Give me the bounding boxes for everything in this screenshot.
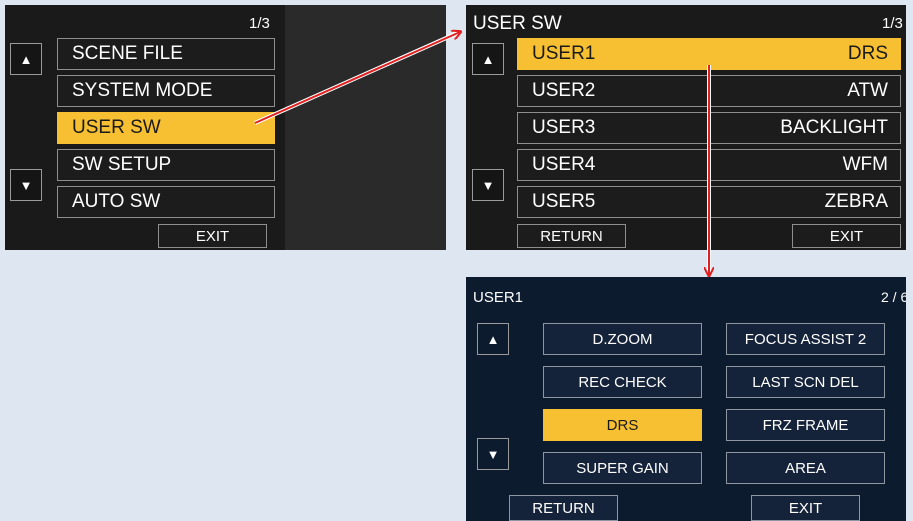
function-label: REC CHECK [578,373,667,391]
user-row-label: USER3 [532,117,596,138]
function-label: D.ZOOM [592,330,653,348]
triangle-up-icon: ▲ [486,331,500,347]
return-button[interactable]: RETURN [517,224,626,248]
menu-item-label: USER SW [72,117,161,138]
user-row-value: WFM [842,154,888,175]
page-indicator: 2 / 6 [881,289,906,305]
scroll-down-button[interactable]: ▼ [10,169,42,201]
function-label: FRZ FRAME [762,416,849,434]
exit-button[interactable]: EXIT [751,495,860,521]
scroll-down-button[interactable]: ▼ [477,438,509,470]
user-row-4[interactable]: USER4 WFM [517,149,901,181]
triangle-down-icon: ▼ [481,177,495,193]
menu-item-label: SW SETUP [72,154,172,175]
function-label: AREA [785,459,826,477]
user-row-label: USER5 [532,191,596,212]
function-label: DRS [606,416,639,434]
function-button-d-zoom[interactable]: D.ZOOM [543,323,702,355]
menu-item-system-mode[interactable]: SYSTEM MODE [57,75,275,107]
triangle-up-icon: ▲ [19,51,33,67]
function-label: FOCUS ASSIST 2 [744,330,867,348]
triangle-down-icon: ▼ [486,446,500,462]
page-title: USER SW [473,13,562,34]
user-row-5[interactable]: USER5 ZEBRA [517,186,901,218]
exit-label: EXIT [195,227,230,245]
menu-item-label: SCENE FILE [72,43,183,64]
scroll-up-button[interactable]: ▲ [10,43,42,75]
triangle-up-icon: ▲ [481,51,495,67]
scroll-down-button[interactable]: ▼ [472,169,504,201]
function-button-focus-assist-2[interactable]: FOCUS ASSIST 2 [726,323,885,355]
scroll-up-button[interactable]: ▲ [477,323,509,355]
function-label: LAST SCN DEL [752,373,859,391]
return-button[interactable]: RETURN [509,495,618,521]
function-button-last-scn-del[interactable]: LAST SCN DEL [726,366,885,398]
menu-dim-area [285,5,446,250]
user-row-value: ZEBRA [824,191,888,212]
menu-item-label: AUTO SW [72,191,161,212]
user1-panel: USER1 2 / 6 ▲ ▼ D.ZOOM REC CHECK DRS SUP… [466,277,906,521]
page-indicator: 1/3 [882,15,903,32]
exit-label: EXIT [788,499,823,517]
user-row-label: USER4 [532,154,596,175]
function-button-area[interactable]: AREA [726,452,885,484]
page-title: USER1 [473,289,524,306]
page-indicator: 1/3 [249,15,270,32]
user-sw-panel: USER SW 1/3 ▲ ▼ USER1 DRS USER2 ATW USER… [466,5,906,250]
menu-item-auto-sw[interactable]: AUTO SW [57,186,275,218]
function-button-frz-frame[interactable]: FRZ FRAME [726,409,885,441]
menu-item-user-sw[interactable]: USER SW [57,112,275,144]
triangle-down-icon: ▼ [19,177,33,193]
user-row-value: ATW [847,80,888,101]
scroll-up-button[interactable]: ▲ [472,43,504,75]
exit-label: EXIT [829,227,864,245]
menu-item-sw-setup[interactable]: SW SETUP [57,149,275,181]
menu-item-label: SYSTEM MODE [72,80,213,101]
user-row-3[interactable]: USER3 BACKLIGHT [517,112,901,144]
exit-button[interactable]: EXIT [158,224,267,248]
menu-panel: 1/3 ▲ ▼ SCENE FILE SYSTEM MODE USER SW S… [5,5,446,250]
menu-item-scene-file[interactable]: SCENE FILE [57,38,275,70]
function-label: SUPER GAIN [576,459,669,477]
user-row-2[interactable]: USER2 ATW [517,75,901,107]
user-row-label: USER2 [532,80,596,101]
user-row-1[interactable]: USER1 DRS [517,38,901,70]
return-label: RETURN [532,499,595,517]
user-row-label: USER1 [532,43,596,64]
function-button-super-gain[interactable]: SUPER GAIN [543,452,702,484]
function-button-rec-check[interactable]: REC CHECK [543,366,702,398]
user-row-value: DRS [847,43,888,64]
function-button-drs[interactable]: DRS [543,409,702,441]
user-row-value: BACKLIGHT [780,117,888,138]
exit-button[interactable]: EXIT [792,224,901,248]
return-label: RETURN [540,227,603,245]
